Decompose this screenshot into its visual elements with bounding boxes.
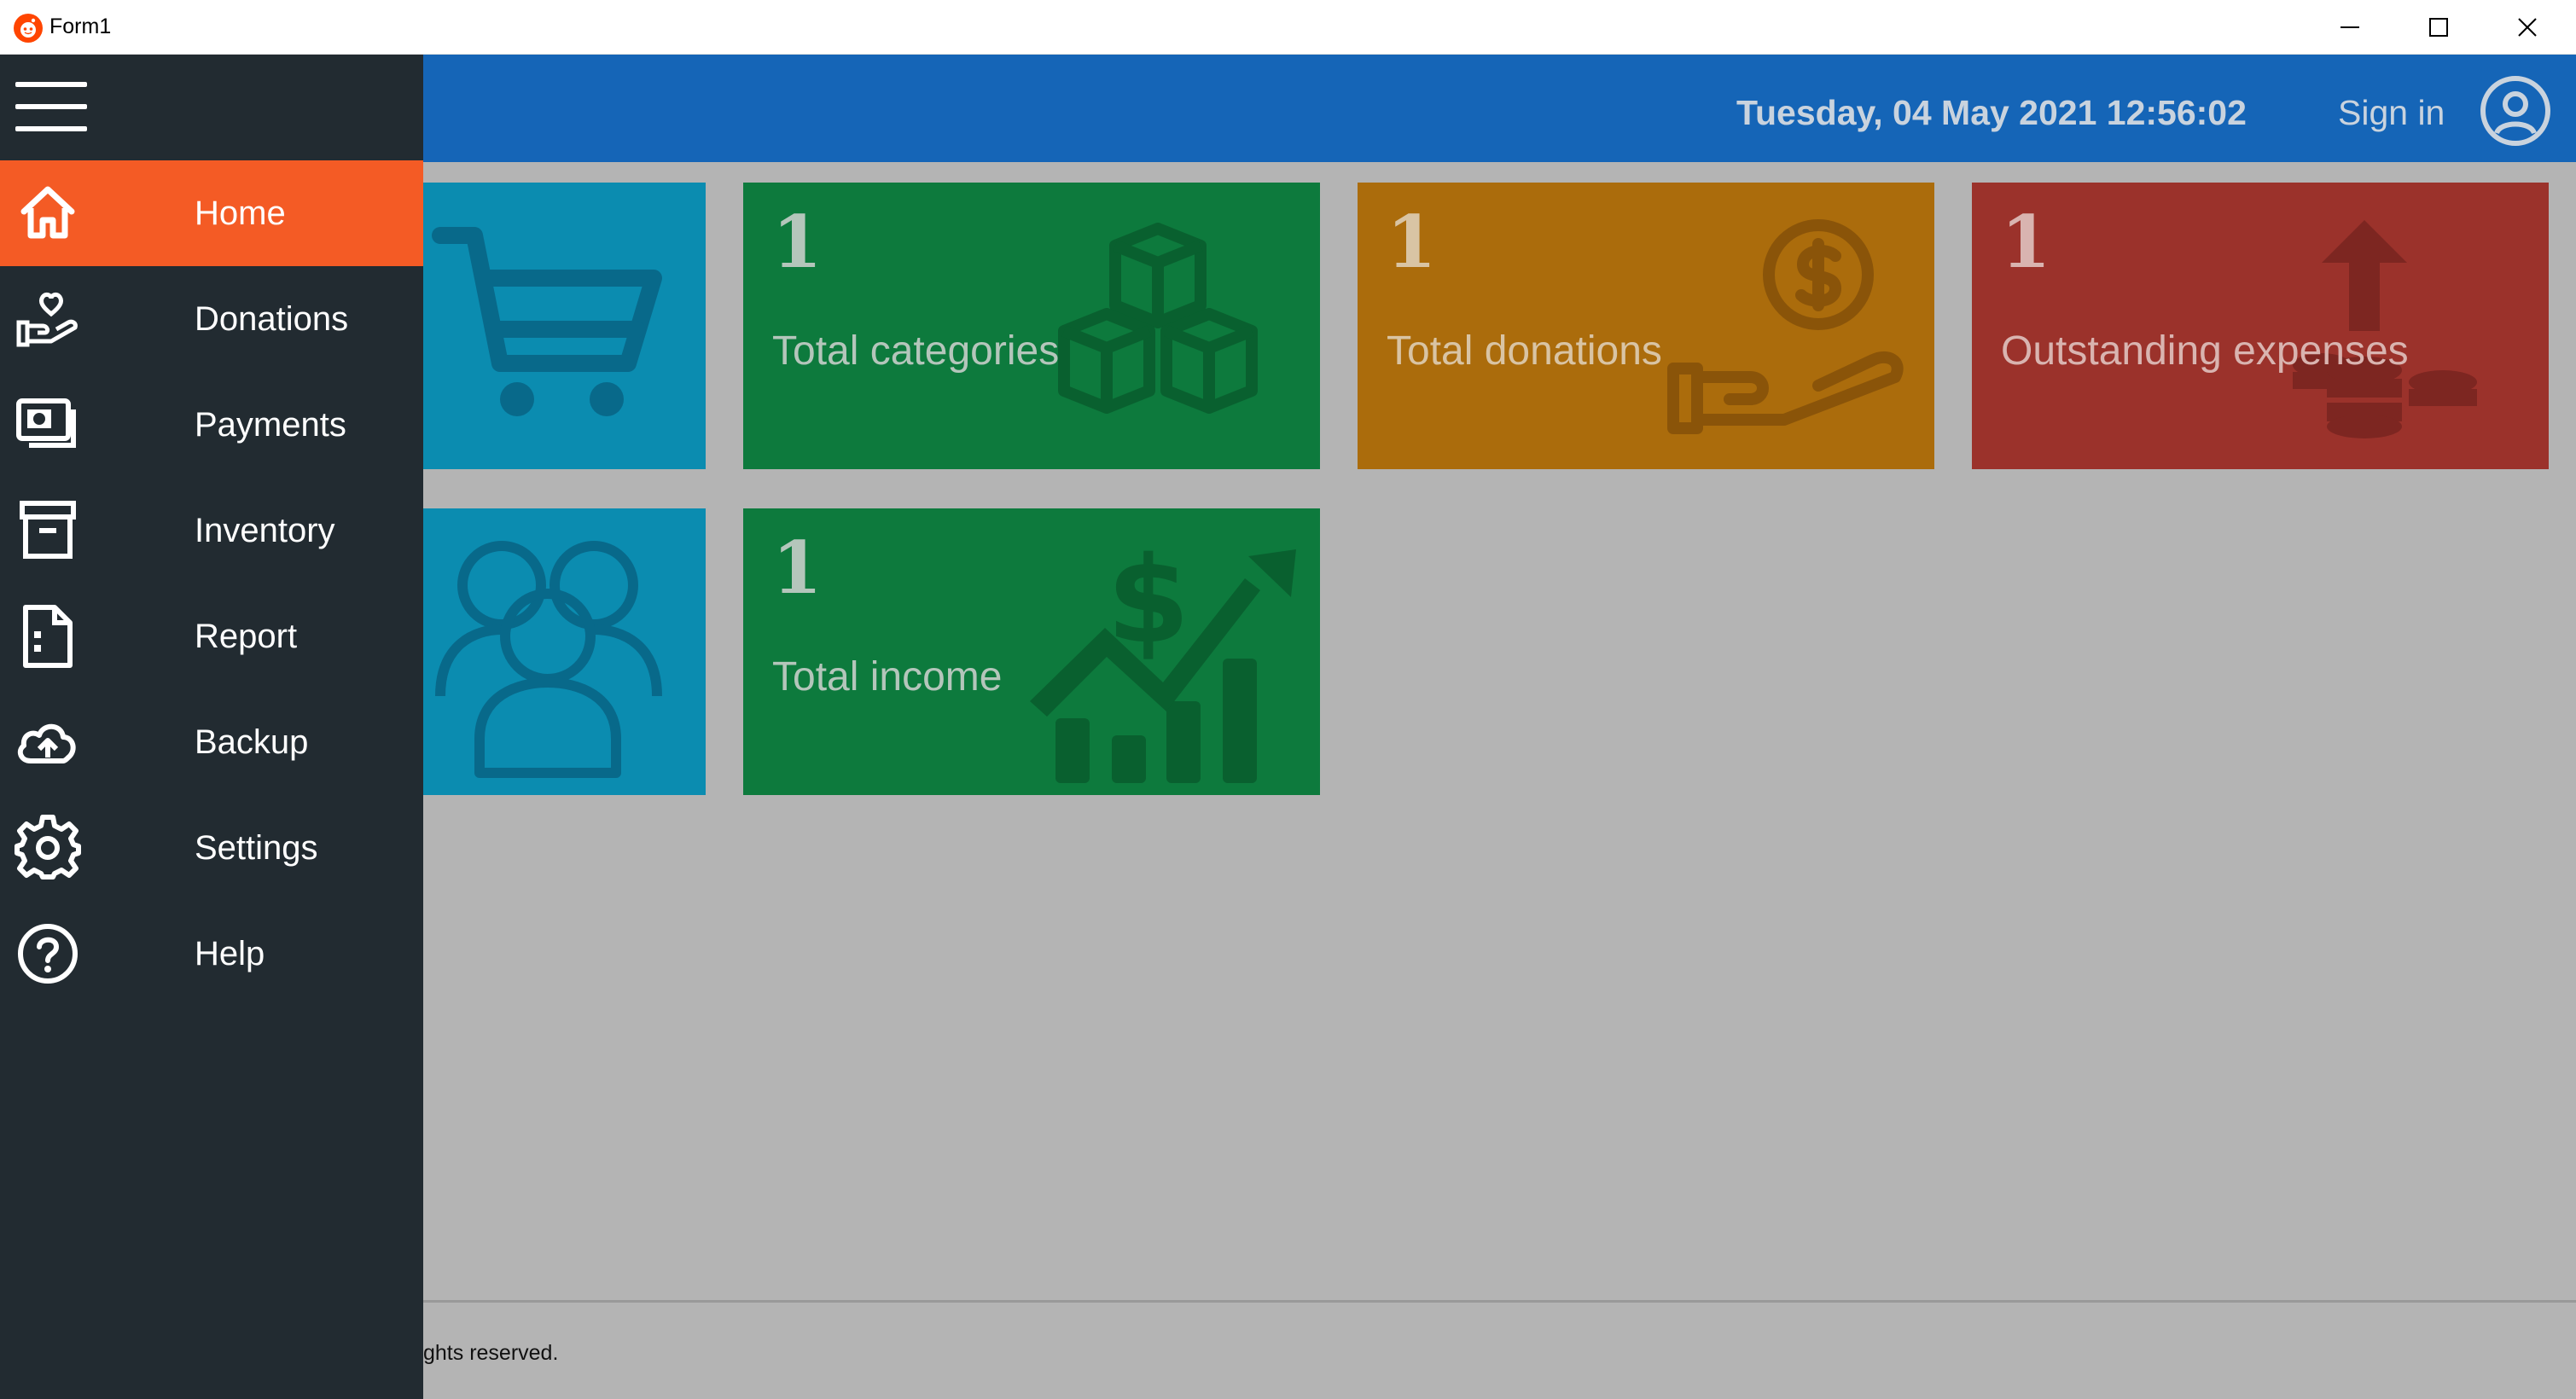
hamburger-icon-bar <box>15 126 87 131</box>
hamburger-icon <box>15 82 87 87</box>
app-icon <box>14 14 43 43</box>
footer-copyright: ghts reserved. <box>423 1341 559 1365</box>
sidebar-item-label: Backup <box>195 723 309 761</box>
maximize-icon <box>2429 18 2448 37</box>
donation-icon <box>16 292 78 347</box>
sidebar-item-label: Report <box>195 618 298 655</box>
window-title: Form1 <box>49 15 112 38</box>
maximize-button[interactable] <box>2394 0 2483 55</box>
menu-toggle-button[interactable] <box>15 80 87 133</box>
hamburger-icon-bar <box>15 104 87 109</box>
tile-members[interactable] <box>423 508 706 795</box>
sidebar-item-report[interactable]: Report <box>0 583 423 689</box>
sidebar: Home Donations Payments Inventory Report… <box>0 55 423 1399</box>
sidebar-item-inventory[interactable]: Inventory <box>0 478 423 583</box>
close-icon <box>2518 18 2537 37</box>
sidebar-item-label: Payments <box>195 406 346 444</box>
sidebar-item-payments[interactable]: Payments <box>0 372 423 478</box>
user-account-icon[interactable] <box>2478 73 2553 148</box>
tile-label: Outstanding expenses <box>2001 328 2409 374</box>
sidebar-item-label: Donations <box>195 300 349 338</box>
tile-count: 1 <box>2001 200 2051 284</box>
tile-orders[interactable] <box>423 183 706 469</box>
dashboard-content: 1 Total categories 1 Total donations 1 O… <box>423 162 2576 1399</box>
income-chart-icon: $ <box>1030 531 1296 783</box>
tile-label: Total donations <box>1387 328 1662 374</box>
help-icon <box>18 924 78 984</box>
sidebar-item-home[interactable]: Home <box>0 160 423 266</box>
inventory-icon <box>20 501 76 559</box>
gear-icon <box>15 815 81 879</box>
boxes-icon <box>1058 223 1258 414</box>
tile-label: Total categories <box>772 328 1060 374</box>
window-title-bar: Form1 <box>0 0 2576 55</box>
sidebar-item-label: Inventory <box>195 512 335 549</box>
sidebar-item-backup[interactable]: Backup <box>0 689 423 795</box>
sidebar-item-label: Home <box>195 194 286 232</box>
cloud-upload-icon <box>17 723 76 763</box>
tile-count: 1 <box>1387 200 1437 284</box>
sign-in-link[interactable]: Sign in <box>2338 55 2445 162</box>
tile-total-donations[interactable]: 1 Total donations <box>1358 183 1934 469</box>
current-datetime: Tuesday, 04 May 2021 12:56:02 <box>1736 93 2247 132</box>
svg-text:$: $ <box>1107 531 1189 670</box>
sidebar-item-help[interactable]: Help <box>0 901 423 1007</box>
tile-total-categories[interactable]: 1 Total categories <box>743 183 1320 469</box>
tile-count: 1 <box>772 525 823 610</box>
minimize-button[interactable] <box>2306 0 2394 55</box>
tile-total-income[interactable]: $ 1 Total income <box>743 508 1320 795</box>
sidebar-item-label: Settings <box>195 829 318 867</box>
tile-outstanding-expenses[interactable]: 1 Outstanding expenses <box>1972 183 2549 469</box>
home-icon <box>20 186 75 239</box>
donation-hand-icon <box>1667 219 1904 434</box>
footer-divider <box>423 1300 2576 1303</box>
close-button[interactable] <box>2483 0 2572 55</box>
sidebar-item-label: Help <box>195 935 265 972</box>
report-icon <box>23 605 73 668</box>
minimize-icon <box>2340 26 2359 28</box>
tile-count: 1 <box>772 200 823 284</box>
tile-label: Total income <box>772 654 1003 700</box>
sidebar-item-settings[interactable]: Settings <box>0 795 423 901</box>
shopping-cart-icon <box>432 227 662 416</box>
sidebar-item-donations[interactable]: Donations <box>0 266 423 372</box>
payments-icon <box>16 398 76 448</box>
users-icon <box>435 541 662 778</box>
top-header: Tuesday, 04 May 2021 12:56:02 Sign in <box>423 55 2576 162</box>
